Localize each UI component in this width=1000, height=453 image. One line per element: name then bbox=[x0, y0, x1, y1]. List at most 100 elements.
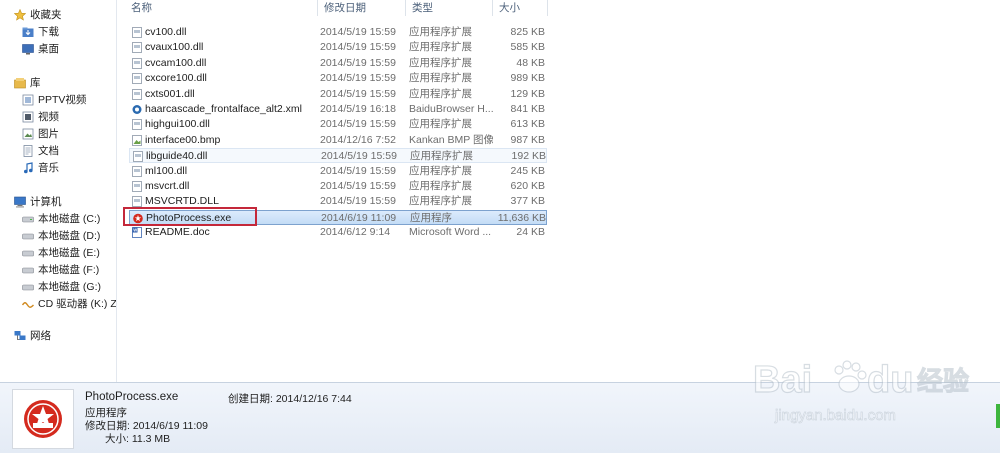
file-modified-date: 2014/5/19 15:59 bbox=[320, 41, 396, 54]
file-type: 应用程序扩展 bbox=[409, 180, 472, 192]
file-name: haarcascade_frontalface_alt2.xml bbox=[145, 103, 303, 115]
file-size: 24 KB bbox=[516, 226, 545, 239]
file-modified-date: 2014/5/19 15:59 bbox=[321, 150, 397, 163]
nav-item-videos-label: 视频 bbox=[38, 111, 59, 123]
file-size: 192 KB bbox=[511, 150, 546, 163]
pictures-library-icon bbox=[22, 128, 34, 140]
file-row[interactable]: highgui100.dll 2014/5/19 15:59 应用程序扩展 613 K… bbox=[129, 117, 547, 132]
file-modified-date: 2014/5/19 15:59 bbox=[320, 195, 396, 208]
file-name: cv100.dll bbox=[145, 26, 187, 38]
file-modified-date: 2014/6/12 9:14 bbox=[320, 226, 391, 239]
file-row[interactable]: msvcrt.dll 2014/5/19 15:59 应用程序扩展 620 KB bbox=[129, 179, 547, 194]
file-modified-date: 2014/5/19 15:59 bbox=[320, 164, 396, 177]
file-size: 841 KB bbox=[510, 103, 545, 115]
nav-item-documents-label: 文档 bbox=[38, 145, 59, 157]
svg-text:W: W bbox=[133, 228, 137, 233]
file-type: 应用程序 bbox=[410, 211, 452, 224]
computer-icon bbox=[14, 196, 26, 208]
video-library-icon bbox=[22, 111, 34, 123]
file-type: BaiduBrowser H... bbox=[409, 103, 493, 115]
file-name: ml100.dll bbox=[145, 164, 188, 177]
file-type: Kankan BMP 图像 bbox=[409, 133, 493, 146]
file-name: README.doc bbox=[145, 226, 210, 239]
file-modified-date: 2014/12/16 7:52 bbox=[320, 133, 396, 146]
file-type: 应用程序扩展 bbox=[409, 41, 472, 54]
file-size: 613 KB bbox=[510, 118, 545, 131]
nav-item-pptv-label: PPTV视频 bbox=[38, 94, 87, 106]
file-row[interactable]: haarcascade_frontalface_alt2.xml 2014/5/1… bbox=[129, 102, 547, 117]
file-row[interactable]: cxts001.dll 2014/5/19 15:59 应用程序扩展 129 KB bbox=[129, 87, 547, 102]
navigation-pane: 收藏夹 下载 桌面 库 PPTV视频 视频 图片 文档 音乐 计算机 本地磁盘 … bbox=[0, 0, 117, 382]
nav-network-label: 网络 bbox=[30, 330, 51, 342]
file-modified-date: 2014/6/19 11:09 bbox=[321, 211, 397, 224]
hard-drive-icon bbox=[22, 267, 34, 274]
file-name: cxts001.dll bbox=[145, 87, 195, 100]
file-size: 129 KB bbox=[510, 87, 545, 100]
nav-drive-f-label: 本地磁盘 (F:) bbox=[38, 264, 100, 276]
file-name: msvcrt.dll bbox=[145, 180, 190, 192]
nav-drive-e-label: 本地磁盘 (E:) bbox=[38, 247, 100, 259]
file-name: interface00.bmp bbox=[145, 133, 221, 146]
file-name: libguide40.dll bbox=[146, 150, 208, 163]
file-modified-date: 2014/5/19 15:59 bbox=[320, 26, 396, 38]
file-name: MSVCRTD.DLL bbox=[145, 195, 219, 208]
file-name: PhotoProcess.exe bbox=[146, 211, 232, 224]
file-size: 620 KB bbox=[510, 180, 545, 192]
nav-drive-g-label: 本地磁盘 (G:) bbox=[38, 281, 101, 293]
file-row[interactable]: W README.doc 2014/6/12 9:14 Microsoft Word … bbox=[129, 225, 547, 240]
nav-item-desktop-label: 桌面 bbox=[38, 43, 59, 55]
details-pane: PhotoProcess.exe 应用程序 修改日期: 2014/6/19 11… bbox=[0, 382, 1000, 453]
file-size: 377 KB bbox=[510, 195, 545, 208]
file-type: 应用程序扩展 bbox=[409, 72, 472, 85]
file-modified-date: 2014/5/19 15:59 bbox=[320, 87, 396, 100]
file-size: 987 KB bbox=[510, 133, 545, 146]
video-library-icon bbox=[22, 94, 34, 106]
file-name: highgui100.dll bbox=[145, 118, 210, 131]
column-header-type[interactable]: 类型 bbox=[406, 0, 493, 16]
file-type: 应用程序扩展 bbox=[409, 118, 472, 131]
nav-library-label: 库 bbox=[30, 77, 41, 89]
file-size: 585 KB bbox=[510, 41, 545, 54]
column-header-date[interactable]: 修改日期 bbox=[318, 0, 406, 16]
hard-drive-icon bbox=[22, 216, 34, 223]
file-size: 989 KB bbox=[510, 72, 545, 85]
downloads-folder-icon bbox=[22, 27, 34, 37]
nav-item-music-label: 音乐 bbox=[38, 162, 59, 174]
file-row[interactable]: PhotoProcess.exe 2014/6/19 11:09 应用程序 11,63… bbox=[129, 209, 547, 225]
column-header-name[interactable]: 名称 bbox=[125, 0, 318, 16]
documents-library-icon bbox=[23, 145, 33, 157]
desktop-icon bbox=[22, 44, 34, 55]
file-row[interactable]: cxcore100.dll 2014/5/19 15:59 应用程序扩展 989 KB bbox=[129, 71, 547, 86]
nav-computer-label: 计算机 bbox=[30, 196, 62, 208]
file-list-pane: 名称 修改日期 类型 大小 cv100.dll 2014/5/19 15:59 应用… bbox=[117, 0, 1000, 382]
details-size: 大小: 11.3 MB bbox=[105, 433, 171, 445]
file-type: Microsoft Word ... bbox=[409, 226, 492, 239]
file-type: 应用程序扩展 bbox=[409, 164, 472, 177]
file-modified-date: 2014/5/19 15:59 bbox=[320, 56, 396, 69]
file-row[interactable]: cv100.dll 2014/5/19 15:59 应用程序扩展 825 KB bbox=[129, 25, 547, 40]
hard-drive-icon bbox=[22, 284, 34, 291]
nav-cd-drive-label: CD 驱动器 (K:) ZTE bbox=[38, 298, 117, 310]
file-type: 应用程序扩展 bbox=[409, 195, 472, 208]
file-row[interactable]: interface00.bmp 2014/12/16 7:52 Kankan BMP… bbox=[129, 133, 547, 148]
file-name: cvcam100.dll bbox=[145, 56, 207, 69]
file-type: 应用程序扩展 bbox=[410, 150, 473, 163]
file-preview-thumbnail bbox=[12, 389, 74, 449]
file-row[interactable]: cvcam100.dll 2014/5/19 15:59 应用程序扩展 48 KB bbox=[129, 56, 547, 71]
file-modified-date: 2014/5/19 15:59 bbox=[320, 72, 396, 85]
file-size: 825 KB bbox=[510, 26, 545, 38]
file-row[interactable]: MSVCRTD.DLL 2014/5/19 15:59 应用程序扩展 377 KB bbox=[129, 194, 547, 209]
music-note-icon bbox=[24, 162, 33, 174]
file-row[interactable]: cvaux100.dll 2014/5/19 15:59 应用程序扩展 585 KB bbox=[129, 40, 547, 55]
hard-drive-icon bbox=[22, 250, 34, 257]
exe-app-large-icon bbox=[24, 400, 62, 438]
file-size: 48 KB bbox=[516, 56, 545, 69]
nav-item-pictures-label: 图片 bbox=[38, 128, 59, 140]
file-row[interactable]: libguide40.dll 2014/5/19 15:59 应用程序扩展 192 K… bbox=[129, 148, 547, 164]
hard-drive-icon bbox=[22, 233, 34, 240]
column-header-size[interactable]: 大小 bbox=[493, 0, 548, 16]
file-name: cvaux100.dll bbox=[145, 41, 204, 54]
file-modified-date: 2014/5/19 15:59 bbox=[320, 180, 396, 192]
file-row[interactable]: ml100.dll 2014/5/19 15:59 应用程序扩展 245 KB bbox=[129, 164, 547, 179]
scroll-indicator bbox=[996, 404, 1000, 428]
